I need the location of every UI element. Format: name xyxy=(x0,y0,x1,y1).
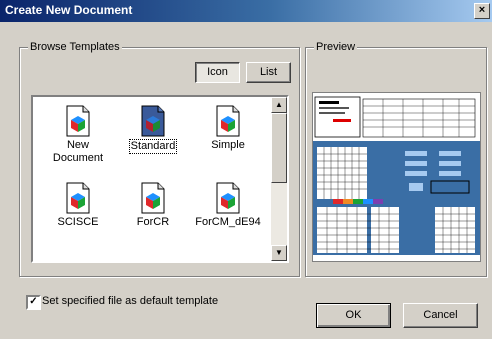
scroll-thumb[interactable] xyxy=(271,113,287,183)
document-icon xyxy=(216,105,240,137)
template-item-scisce[interactable]: SCISCE xyxy=(43,182,113,229)
template-item-standard[interactable]: Standard xyxy=(118,105,188,154)
template-item-forcr[interactable]: ForCR xyxy=(118,182,188,229)
title-bar: Create New Document × xyxy=(0,0,492,22)
list-view-button[interactable]: List xyxy=(246,62,291,83)
template-item-new-document[interactable]: New Document xyxy=(43,105,113,165)
browse-templates-legend: Browse Templates xyxy=(28,41,122,53)
vertical-scrollbar[interactable]: ▲ ▼ xyxy=(271,97,287,261)
template-label: ForCM_dE94 xyxy=(195,216,261,228)
close-button[interactable]: × xyxy=(474,3,490,19)
icon-view-button[interactable]: Icon xyxy=(195,62,240,83)
template-preview-image xyxy=(312,92,481,262)
document-icon xyxy=(66,182,90,214)
document-icon xyxy=(141,105,165,137)
template-item-simple[interactable]: Simple xyxy=(193,105,263,152)
scroll-up-button[interactable]: ▲ xyxy=(271,97,287,113)
document-icon xyxy=(66,105,90,137)
templates-listbox[interactable]: New Document Standard Simple SCISCE ForC… xyxy=(31,95,289,263)
document-icon xyxy=(216,182,240,214)
ok-button[interactable]: OK xyxy=(316,303,391,328)
cancel-button[interactable]: Cancel xyxy=(403,303,478,328)
template-item-forcm-de94[interactable]: ForCM_dE94 xyxy=(193,182,263,229)
default-template-label: Set specified file as default template xyxy=(42,295,219,307)
window-title: Create New Document xyxy=(5,3,133,17)
template-label: New Document xyxy=(52,139,104,164)
default-template-checkbox[interactable]: ✓ xyxy=(26,295,41,310)
template-label: Simple xyxy=(211,139,245,151)
template-label: SCISCE xyxy=(57,216,99,228)
preview-thumbnail xyxy=(313,93,480,261)
template-label: Standard xyxy=(128,139,178,154)
scroll-down-button[interactable]: ▼ xyxy=(271,245,287,261)
template-label: ForCR xyxy=(136,216,170,228)
preview-legend: Preview xyxy=(314,41,358,53)
document-icon xyxy=(141,182,165,214)
